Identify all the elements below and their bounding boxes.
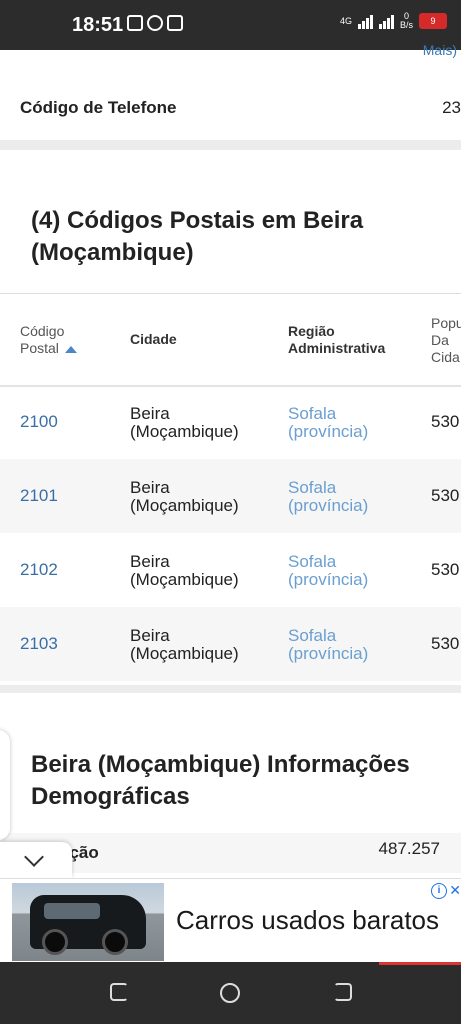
table-row: 2102 Beira (Moçambique) Sofala (provínci… (0, 533, 461, 607)
ad-banner[interactable]: Carros usados baratos i ✕ (0, 878, 461, 963)
whatsapp-icon (147, 15, 163, 31)
region-link[interactable]: Sofala (província) (288, 553, 408, 589)
column-city[interactable]: Cidade (130, 331, 177, 348)
population-cell: 530 (431, 634, 460, 653)
more-link[interactable]: Mais) (423, 42, 457, 58)
table-row: 2101 Beira (Moçambique) Sofala (provínci… (0, 459, 461, 533)
accent-line (379, 962, 461, 965)
recents-button[interactable] (334, 983, 352, 1001)
notification-icons (127, 15, 183, 31)
info-icon[interactable]: i (431, 883, 447, 899)
population-cell: 530 (431, 412, 460, 431)
postal-code-link[interactable]: 2102 (20, 561, 58, 579)
news-icon (167, 15, 183, 31)
system-indicators: 4G 0 B/s 9 (340, 12, 447, 30)
region-link[interactable]: Sofala (província) (288, 479, 408, 515)
ad-headline[interactable]: Carros usados baratos (176, 905, 439, 936)
table-header: Código Postal Cidade Região Administrati… (0, 293, 461, 387)
chevron-down-icon (24, 847, 44, 867)
signal-icon (357, 13, 373, 29)
network-type: 4G (339, 16, 352, 26)
postal-codes-section: (4) Códigos Postais em Beira (Moçambique… (0, 150, 461, 685)
column-population[interactable]: Popu Da Cida (431, 315, 461, 366)
population-cell: 530 (431, 560, 460, 579)
phone-code-value: 23 (442, 98, 461, 117)
sort-ascending-icon[interactable] (64, 345, 77, 353)
status-bar: 18:51 4G 0 B/s 9 (0, 0, 461, 50)
close-icon[interactable]: ✕ (449, 883, 461, 897)
signal-icon-2 (378, 13, 394, 29)
city-cell: Beira (Moçambique) (130, 552, 239, 589)
network-speed: 0 B/s (399, 11, 413, 30)
phone-code-row: Mais) Código de Telefone 23 (0, 42, 461, 140)
back-button[interactable] (110, 983, 128, 1001)
phone-code-label: Código de Telefone (20, 98, 177, 117)
postal-code-link[interactable]: 2100 (20, 413, 58, 431)
postal-code-link[interactable]: 2103 (20, 635, 58, 653)
postal-code-link[interactable]: 2101 (20, 487, 58, 505)
column-postal-code[interactable]: Código Postal (20, 323, 90, 357)
battery-icon: 9 (419, 13, 447, 29)
ad-image[interactable] (12, 883, 164, 961)
table-row: 2103 Beira (Moçambique) Sofala (provínci… (0, 607, 461, 681)
navigation-bar (0, 962, 461, 1024)
side-drawer-handle[interactable] (0, 730, 10, 840)
population-value: 487.257 (378, 839, 440, 858)
message-icon (127, 15, 143, 31)
population-cell: 530 (431, 486, 460, 505)
postal-codes-heading: (4) Códigos Postais em Beira (Moçambique… (31, 207, 364, 266)
collapse-ad-button[interactable] (0, 842, 72, 878)
demographics-heading: Beira (Moçambique) Informações Demográfi… (31, 751, 410, 810)
clock: 18:51 (72, 14, 124, 36)
city-cell: Beira (Moçambique) (130, 404, 239, 441)
column-region[interactable]: Região Administrativa (288, 323, 398, 357)
region-link[interactable]: Sofala (província) (288, 627, 408, 663)
region-link[interactable]: Sofala (província) (288, 405, 408, 441)
city-cell: Beira (Moçambique) (130, 626, 239, 663)
home-button[interactable] (220, 983, 240, 1003)
city-cell: Beira (Moçambique) (130, 478, 239, 515)
van-image (30, 895, 146, 955)
table-row: 2100 Beira (Moçambique) Sofala (provínci… (0, 385, 461, 459)
